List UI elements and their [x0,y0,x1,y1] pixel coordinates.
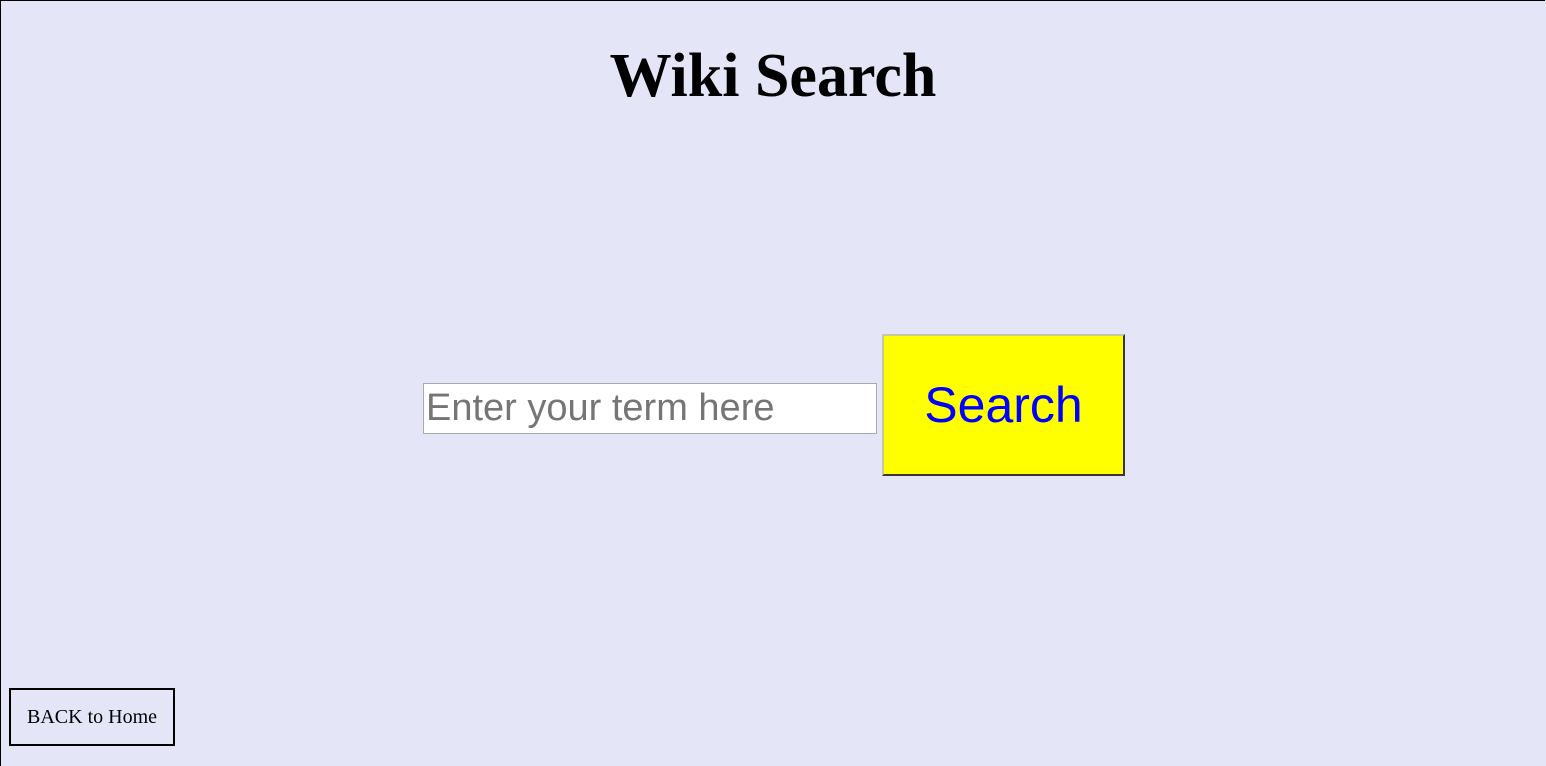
search-input[interactable] [423,383,877,434]
page-title: Wiki Search [609,42,937,110]
search-button[interactable]: Search [882,334,1125,476]
back-to-home-button[interactable]: BACK to Home [9,688,175,746]
